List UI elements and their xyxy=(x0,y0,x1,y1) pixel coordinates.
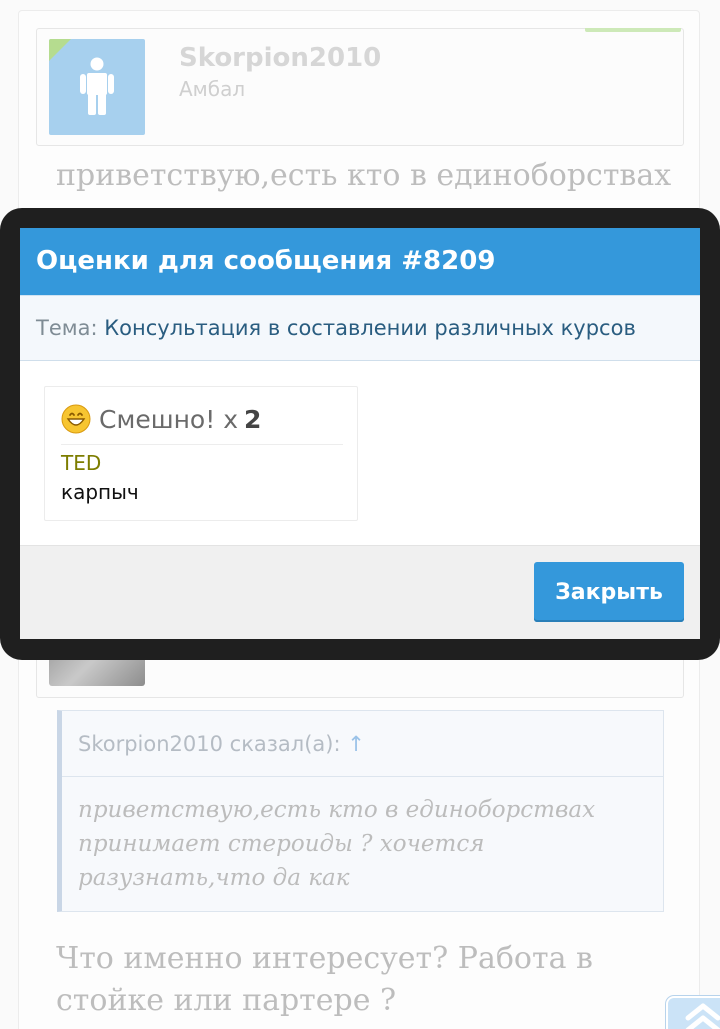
online-indicator xyxy=(585,28,681,32)
topic-label: Тема: xyxy=(36,316,98,340)
close-button[interactable]: Закрыть xyxy=(534,562,684,622)
dialog-footer: Закрыть xyxy=(20,545,700,639)
rating-multiplier: x xyxy=(223,404,239,434)
topic-link[interactable]: Консультация в составлении различных кур… xyxy=(104,316,636,340)
dialog-title: Оценки для сообщения #8209 xyxy=(20,228,700,295)
reply-text: Что именно интересует? Работа в стойке и… xyxy=(56,941,593,1018)
quote-jump-arrow-icon[interactable]: ↑ xyxy=(347,732,365,756)
author-card: Skorpion2010 Амбал xyxy=(36,28,684,146)
rater-link[interactable]: TED xyxy=(61,451,101,475)
scroll-to-top-button[interactable] xyxy=(666,996,720,1029)
avatar[interactable] xyxy=(49,39,145,135)
rating-header: Смешно! x 2 xyxy=(61,401,261,437)
post-text: приветствую,есть кто в единоборствах xyxy=(56,158,672,193)
author-name[interactable]: Skorpion2010 xyxy=(179,43,381,73)
rating-box: Смешно! x 2 TED карпыч xyxy=(44,386,358,521)
smiley-icon xyxy=(61,404,91,434)
rating-count: 2 xyxy=(244,404,262,434)
quote-header: Skorpion2010 сказал(а): ↑ xyxy=(62,711,663,777)
quote-author: Skorpion2010 сказал(а): xyxy=(78,732,341,756)
dialog-topic: Тема: Консультация в составлении различн… xyxy=(20,295,700,361)
author-title: Амбал xyxy=(179,77,246,101)
quote-block: Skorpion2010 сказал(а): ↑ приветствую,ес… xyxy=(57,710,664,912)
rating-label: Смешно! xyxy=(99,404,216,434)
rating-divider xyxy=(61,444,343,445)
rater-link[interactable]: карпыч xyxy=(61,480,139,504)
avatar-corner-badge xyxy=(49,39,71,61)
quote-body: приветствую,есть кто в единоборствах при… xyxy=(78,797,596,891)
ratings-dialog: Оценки для сообщения #8209 Тема: Консуль… xyxy=(20,228,700,639)
person-icon xyxy=(80,57,114,115)
double-chevron-up-icon xyxy=(685,1003,720,1029)
